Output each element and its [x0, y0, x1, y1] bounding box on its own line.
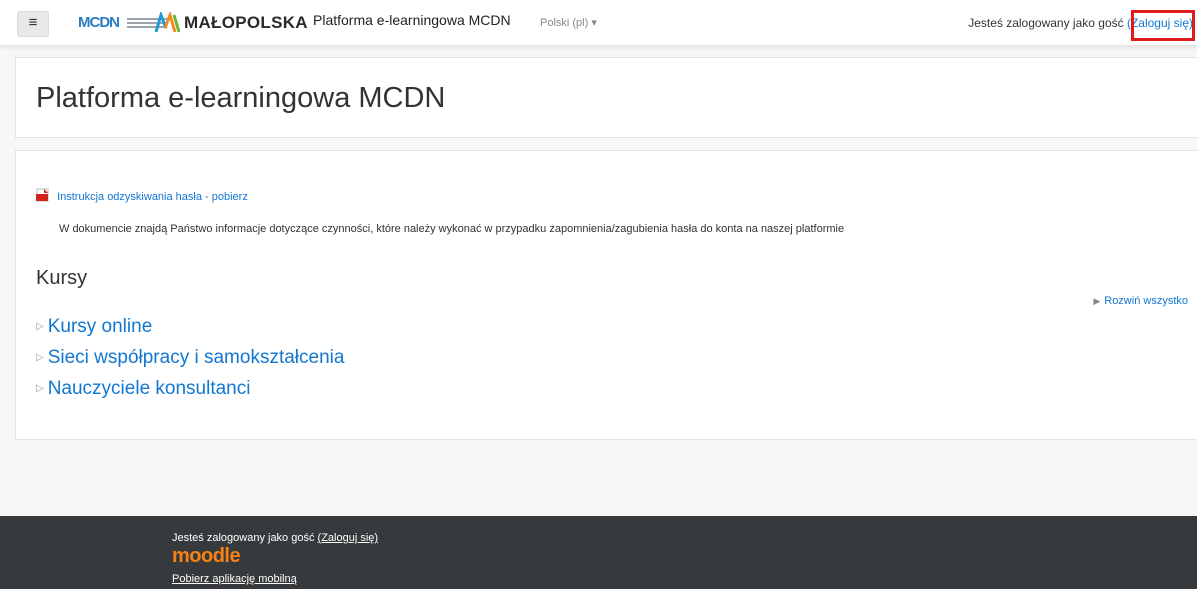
document-link[interactable]: Instrukcja odzyskiwania hasła - pobierz — [57, 191, 248, 203]
mobile-app-link[interactable]: Pobierz aplikację mobilną — [172, 573, 297, 585]
page-title: Platforma e-learningowa MCDN — [36, 82, 446, 114]
malopolska-logo[interactable]: MAŁOPOLSKA — [154, 12, 308, 34]
expand-all-link[interactable]: ▶ Rozwiń wszystko — [1093, 295, 1188, 307]
triangle-right-icon: ▷ — [36, 383, 44, 394]
footer-login-info: Jesteś zalogowany jako gość (Zaloguj się… — [172, 532, 379, 544]
pdf-icon — [36, 188, 49, 202]
footer-login-link[interactable]: (Zaloguj się) — [318, 532, 379, 544]
moodle-logo[interactable]: moodle — [172, 545, 241, 568]
triangle-right-icon: ▷ — [36, 352, 44, 363]
hamburger-menu-button[interactable]: ≡ — [17, 11, 49, 37]
main-content: Instrukcja odzyskiwania hasła - pobierz … — [15, 150, 1197, 440]
footer: Jesteś zalogowany jako gość (Zaloguj się… — [0, 516, 1197, 589]
site-name[interactable]: Platforma e-learningowa MCDN — [313, 12, 511, 28]
language-selector[interactable]: Polski (pl) ▾ — [540, 16, 597, 29]
category-sieci-wspolpracy[interactable]: ▷ Sieci współpracy i samokształcenia — [36, 347, 344, 369]
category-nauczyciele-konsultanci[interactable]: ▷ Nauczyciele konsultanci — [36, 378, 250, 400]
courses-heading: Kursy — [36, 267, 88, 289]
navbar: ≡ MCDN MAŁOPOLSKA Platforma e-learningow… — [0, 0, 1197, 46]
triangle-right-icon: ▶ — [1093, 296, 1101, 306]
page-header: Platforma e-learningowa MCDN — [15, 57, 1197, 138]
triangle-right-icon: ▷ — [36, 321, 44, 332]
login-highlight-box — [1131, 10, 1195, 41]
document-resource: Instrukcja odzyskiwania hasła - pobierz — [36, 188, 248, 203]
hamburger-icon: ≡ — [28, 14, 38, 31]
malopolska-m-icon — [154, 12, 180, 33]
document-description: W dokumencie znajdą Państwo informacje d… — [59, 223, 845, 235]
category-kursy-online[interactable]: ▷ Kursy online — [36, 316, 152, 338]
